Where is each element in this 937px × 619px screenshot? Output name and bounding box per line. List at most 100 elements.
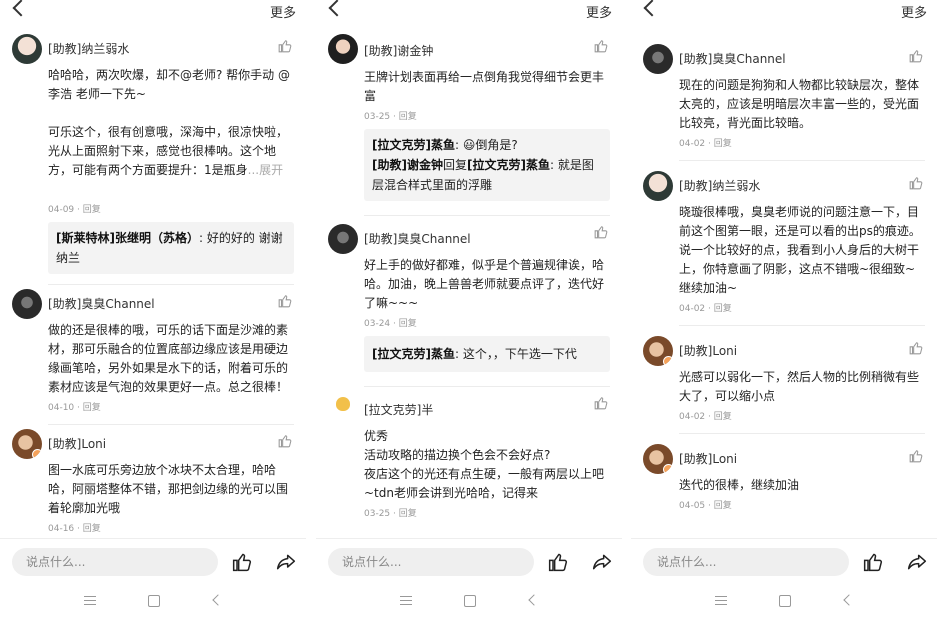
reply-button[interactable]: 回复 [83,205,101,215]
reply-text: : 😃倒角是? [454,138,518,152]
comment-date: 04-02 [679,304,706,314]
reply-button[interactable]: 回复 [399,112,417,122]
avatar[interactable] [643,336,673,366]
more-button[interactable]: 更多 [586,2,612,21]
reply-thread[interactable]: [斯莱特林]张继明（苏格）: 好的好的 谢谢纳兰 [48,222,294,274]
comment-date: 03-25 [364,112,391,122]
reply-button[interactable]: 回复 [399,319,417,329]
thumbs-up-icon[interactable] [278,293,292,308]
system-nav-bar [631,585,937,619]
comment-author[interactable]: [助教]谢金钟 [364,42,610,60]
share-icon[interactable] [907,552,927,572]
comment-author[interactable]: [助教]Loni [48,435,294,453]
comment-list: [助教]纳兰弱水 哈哈哈，两次吹爆，却不@老师? 帮你手动 @李浩 老师一下先~… [0,30,306,533]
menu-icon[interactable] [400,596,412,605]
comment-date: 03-24 [364,319,391,329]
thumbs-up-icon[interactable] [863,552,883,572]
avatar[interactable] [643,44,673,74]
comment-text: 晓璇很棒哦，臭臭老师说的问题注意一下，目前这个图第一眼，还是可以看的出ps的痕迹… [679,205,921,295]
back-chevron-icon[interactable] [322,0,348,22]
comment-screen-3: 更多 [助教]臭臭Channel 现在的问题是狗狗和人物都比较缺层次，整体太亮的… [631,0,937,619]
thumbs-up-icon[interactable] [594,395,608,410]
avatar[interactable] [328,34,358,64]
reply-item: [拉文克劳]蒸鱼: 这个，，下午选一下代 [372,344,602,364]
reply-button[interactable]: 回复 [399,509,417,519]
system-nav-bar [0,585,306,619]
comment-author[interactable]: [助教]纳兰弱水 [679,177,925,195]
menu-icon[interactable] [84,596,96,605]
avatar[interactable] [328,224,358,254]
comment-author[interactable]: [助教]Loni [679,450,925,468]
reply-button[interactable]: 回复 [83,403,101,413]
more-button[interactable]: 更多 [901,2,927,21]
avatar[interactable] [336,397,350,411]
thumbs-up-icon[interactable] [278,38,292,53]
comment-text: 好上手的做好都难，似乎是个普遍规律诶，哈哈。加油，晚上兽兽老师就要点评了，迭代好… [364,258,605,310]
home-icon[interactable] [148,595,160,607]
reply-button[interactable]: 回复 [714,139,732,149]
screens: 更多 [助教]纳兰弱水 哈哈哈，两次吹爆，却不@老师? 帮你手动 @李浩 老师一… [0,0,937,619]
reply-thread[interactable]: [拉文克劳]蒸鱼: 这个，，下午选一下代 [364,336,610,372]
comment-date: 04-02 [679,139,706,149]
comment-item: [助教]Loni 光感可以弱化一下，然后人物的比例稍微有些大了，可以缩小点 04… [631,326,937,433]
home-icon[interactable] [464,595,476,607]
thumbs-up-icon[interactable] [594,38,608,53]
thumbs-up-icon[interactable] [594,224,608,239]
comment-input[interactable]: 说点什么... [643,548,849,576]
comment-item: [助教]Loni 图一水底可乐旁边放个冰块不太合理，哈哈哈，阿丽塔整体不错，那把… [0,425,306,533]
comment-item: [助教]臭臭Channel 好上手的做好都难，似乎是个普遍规律诶，哈哈。加油，晚… [316,216,622,382]
comment-text: 做的还是很棒的哦，可乐的话下面是沙滩的素材，那可乐融合的位置底部边缘应该是用硬边… [48,323,289,394]
comment-meta: 04-02 · 回复 [679,412,732,422]
comment-author[interactable]: [拉文克劳]半 [364,401,610,419]
back-chevron-icon[interactable] [6,0,32,22]
thumbs-up-icon[interactable] [548,552,568,572]
avatar[interactable] [12,429,42,459]
comment-meta: 04-10 · 回复 [48,403,101,413]
comment-item: [助教]谢金钟 王牌计划表面再给一点倒角我觉得细节会更丰富 03-25 · 回复… [316,30,622,211]
comment-item: [助教]纳兰弱水 哈哈哈，两次吹爆，却不@老师? 帮你手动 @李浩 老师一下先~… [0,30,306,284]
thumbs-up-icon[interactable] [232,552,252,572]
comment-input[interactable]: 说点什么... [12,548,218,576]
comment-date: 04-10 [48,403,75,413]
reply-button[interactable]: 回复 [714,412,732,422]
nav-back-icon[interactable] [212,594,224,606]
top-bar: 更多 [316,0,622,22]
more-button[interactable]: 更多 [270,2,296,21]
comment-text: 迭代的很棒，继续加油 [679,478,800,492]
reply-button[interactable]: 回复 [714,304,732,314]
nav-back-icon[interactable] [843,594,855,606]
back-chevron-icon[interactable] [637,0,663,22]
reply-text: : 这个，，下午选一下代 [454,347,577,361]
comment-meta: 04-05 · 回复 [679,501,732,511]
comment-item: [助教]纳兰弱水 晓璇很棒哦，臭臭老师说的问题注意一下，目前这个图第一眼，还是可… [631,161,937,325]
comment-author[interactable]: [助教]Loni [679,342,925,360]
expand-link[interactable]: ...展开 [248,163,283,177]
nav-back-icon[interactable] [528,594,540,606]
comment-input[interactable]: 说点什么... [328,548,534,576]
thumbs-up-icon[interactable] [909,340,923,355]
avatar[interactable] [643,444,673,474]
comment-text: 优秀 活动攻略的描边换个色会不会好点? 夜店这个的光还有点生硬，一般有两层以上吧… [364,429,605,500]
comment-author[interactable]: [助教]臭臭Channel [364,230,610,248]
avatar[interactable] [643,171,673,201]
thumbs-up-icon[interactable] [909,48,923,63]
home-icon[interactable] [779,595,791,607]
thumbs-up-icon[interactable] [909,448,923,463]
thumbs-up-icon[interactable] [278,433,292,448]
comment-author[interactable]: [助教]纳兰弱水 [48,40,294,58]
avatar[interactable] [12,289,42,319]
comment-author[interactable]: [助教]臭臭Channel [48,295,294,313]
comment-meta: 03-25 · 回复 [364,112,417,122]
thumbs-up-icon[interactable] [909,175,923,190]
share-icon[interactable] [276,552,296,572]
reply-thread[interactable]: [拉文克劳]蒸鱼: 😃倒角是? [助教]谢金钟回复[拉文克劳]蒸鱼: 就是图层混… [364,129,610,201]
share-icon[interactable] [592,552,612,572]
comment-author[interactable]: [助教]臭臭Channel [679,50,925,68]
reply-button[interactable]: 回复 [714,501,732,511]
comment-date: 04-09 [48,205,75,215]
menu-icon[interactable] [715,596,727,605]
avatar[interactable] [12,34,42,64]
reply-button[interactable]: 回复 [83,524,101,533]
reply-author: [斯莱特林]张继明（苏格） [56,231,199,245]
top-bar: 更多 [0,0,306,22]
